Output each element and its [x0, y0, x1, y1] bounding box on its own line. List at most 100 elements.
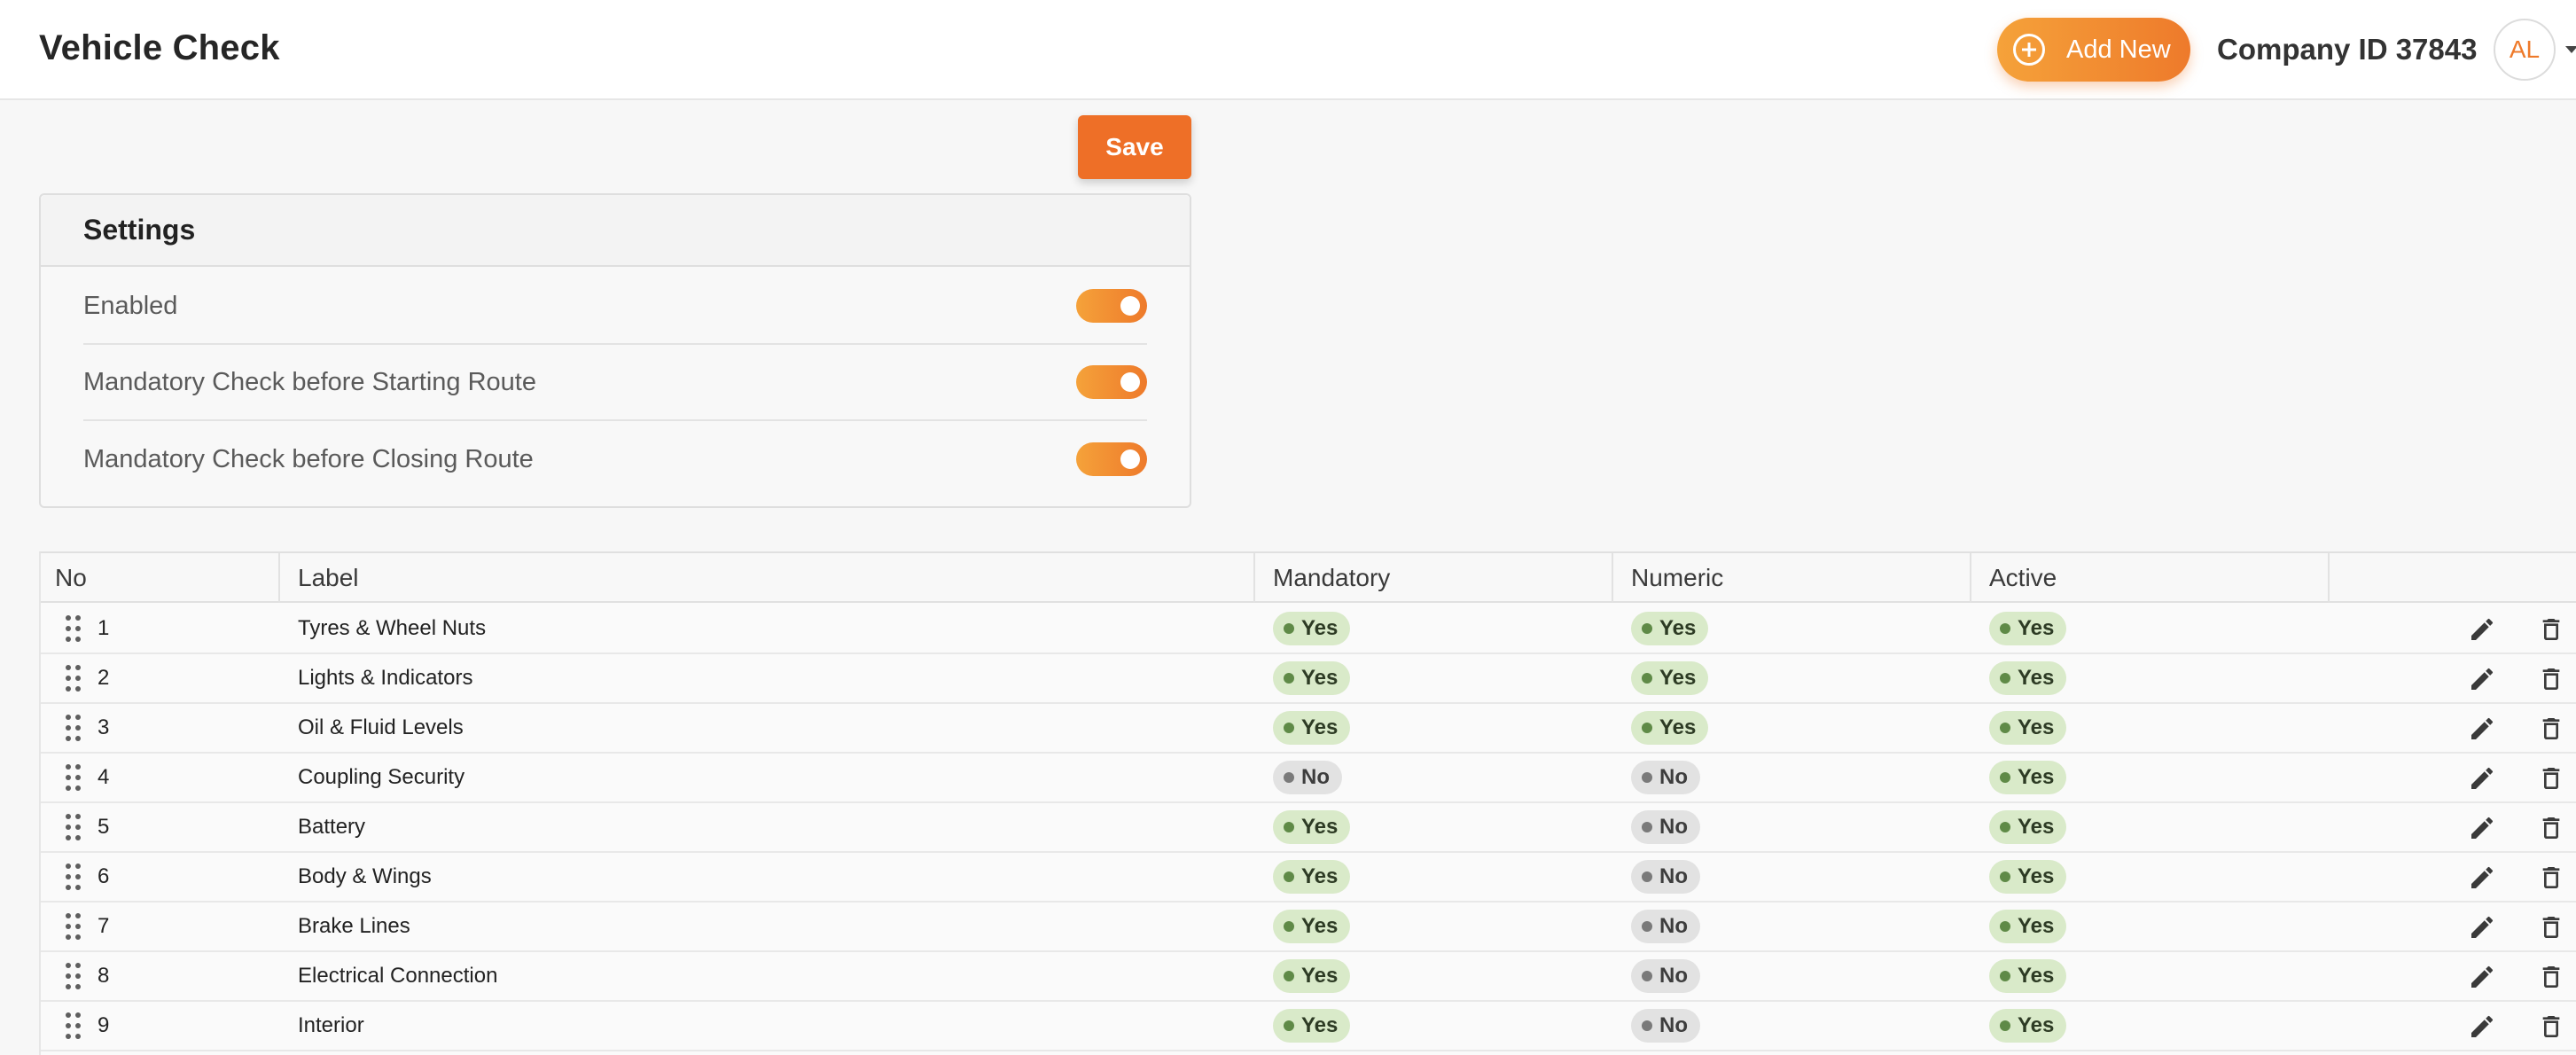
mandatory-start-toggle[interactable]: [1076, 365, 1147, 399]
add-new-button[interactable]: Add New: [1997, 18, 2190, 82]
active-cell: Yes: [1989, 1002, 2067, 1050]
column-resizer[interactable]: [1612, 553, 1613, 603]
status-dot: [1642, 673, 1652, 684]
pencil-icon[interactable]: [2468, 1012, 2496, 1041]
column-header-active[interactable]: Active: [1989, 553, 2057, 603]
column-header-mandatory[interactable]: Mandatory: [1273, 553, 1390, 603]
badge-text: Yes: [1301, 616, 1339, 640]
row-number: 5: [98, 815, 110, 839]
status-dot: [1642, 822, 1652, 832]
mandatory-cell: Yes: [1273, 853, 1351, 901]
drag-handle-icon[interactable]: [66, 665, 82, 692]
status-dot: [1284, 673, 1294, 684]
status-dot: [2000, 1020, 2010, 1031]
drag-handle-icon[interactable]: [66, 615, 82, 642]
trash-icon[interactable]: [2537, 963, 2565, 991]
active-badge: Yes: [1989, 959, 2067, 993]
drag-handle-icon[interactable]: [66, 764, 82, 791]
pencil-icon[interactable]: [2468, 864, 2496, 892]
drag-handle-icon[interactable]: [66, 715, 82, 741]
trash-icon[interactable]: [2537, 715, 2565, 743]
badge-text: Yes: [1301, 666, 1339, 690]
status-dot: [2000, 871, 2010, 882]
table-row: 9 Interior Yes No Yes: [41, 1002, 2576, 1051]
chevron-down-icon[interactable]: [2565, 46, 2576, 53]
mandatory-close-toggle[interactable]: [1076, 442, 1147, 476]
status-dot: [2000, 921, 2010, 932]
trash-icon[interactable]: [2537, 864, 2565, 892]
column-header-no[interactable]: No: [55, 553, 87, 603]
avatar[interactable]: AL: [2494, 19, 2556, 81]
status-dot: [1284, 921, 1294, 932]
pencil-icon[interactable]: [2468, 963, 2496, 991]
badge-text: No: [1659, 765, 1688, 789]
badge-text: Yes: [1301, 815, 1339, 839]
save-button[interactable]: Save: [1078, 115, 1191, 179]
column-header-label[interactable]: Label: [298, 553, 359, 603]
table-header: No Label Mandatory Numeric Active: [41, 553, 2576, 603]
pencil-icon[interactable]: [2468, 913, 2496, 942]
row-label: Battery: [298, 815, 366, 839]
top-bar: Vehicle Check Add New Company ID 37843 A…: [0, 0, 2576, 100]
status-dot: [1642, 921, 1652, 932]
trash-icon[interactable]: [2537, 615, 2565, 644]
badge-text: Yes: [2018, 914, 2055, 938]
mandatory-cell: Yes: [1273, 1002, 1351, 1050]
status-dot: [2000, 772, 2010, 783]
active-cell: Yes: [1989, 704, 2067, 752]
badge-text: No: [1659, 914, 1688, 938]
pencil-icon[interactable]: [2468, 814, 2496, 842]
badge-text: Yes: [1301, 715, 1339, 739]
add-new-label: Add New: [2066, 35, 2171, 64]
status-dot: [1284, 623, 1294, 634]
column-resizer[interactable]: [1253, 553, 1255, 603]
column-resizer[interactable]: [2328, 553, 2330, 603]
status-dot: [1642, 971, 1652, 981]
badge-text: No: [1659, 964, 1688, 988]
trash-icon[interactable]: [2537, 665, 2565, 693]
drag-handle-icon[interactable]: [66, 1012, 82, 1039]
badge-text: Yes: [2018, 1013, 2055, 1037]
active-badge: Yes: [1989, 612, 2067, 645]
setting-label: Enabled: [83, 291, 178, 320]
column-resizer[interactable]: [1970, 553, 1971, 603]
badge-text: Yes: [2018, 616, 2055, 640]
column-header-numeric[interactable]: Numeric: [1631, 553, 1723, 603]
active-badge: Yes: [1989, 711, 2067, 745]
badge-text: No: [1301, 765, 1330, 789]
mandatory-cell: Yes: [1273, 654, 1351, 702]
trash-icon[interactable]: [2537, 764, 2565, 793]
row-label: Brake Lines: [298, 914, 410, 938]
drag-handle-icon[interactable]: [66, 814, 82, 840]
row-label: Electrical Connection: [298, 964, 498, 988]
trash-icon[interactable]: [2537, 814, 2565, 842]
settings-header: Settings: [41, 195, 1190, 267]
pencil-icon[interactable]: [2468, 764, 2496, 793]
row-number: 4: [98, 765, 110, 789]
status-dot: [2000, 673, 2010, 684]
drag-handle-icon[interactable]: [66, 864, 82, 890]
trash-icon[interactable]: [2537, 1012, 2565, 1041]
row-label: Body & Wings: [298, 864, 432, 888]
active-cell: Yes: [1989, 853, 2067, 901]
mandatory-cell: Yes: [1273, 903, 1351, 950]
pencil-icon[interactable]: [2468, 715, 2496, 743]
toggle-knob: [1120, 372, 1140, 392]
badge-text: Yes: [2018, 815, 2055, 839]
drag-handle-icon[interactable]: [66, 913, 82, 940]
enabled-toggle[interactable]: [1076, 289, 1147, 323]
pencil-icon[interactable]: [2468, 615, 2496, 644]
badge-text: Yes: [1659, 666, 1697, 690]
mandatory-cell: No: [1273, 754, 1342, 801]
drag-handle-icon[interactable]: [66, 963, 82, 989]
trash-icon[interactable]: [2537, 913, 2565, 942]
pencil-icon[interactable]: [2468, 665, 2496, 693]
status-dot: [1642, 1020, 1652, 1031]
table-row: 1 Tyres & Wheel Nuts Yes Yes Yes: [41, 605, 2576, 654]
mandatory-cell: Yes: [1273, 605, 1351, 653]
table-row: 2 Lights & Indicators Yes Yes Yes: [41, 654, 2576, 704]
row-label: Interior: [298, 1013, 364, 1037]
numeric-cell: No: [1631, 853, 1700, 901]
column-resizer[interactable]: [278, 553, 280, 603]
status-dot: [1284, 723, 1294, 733]
